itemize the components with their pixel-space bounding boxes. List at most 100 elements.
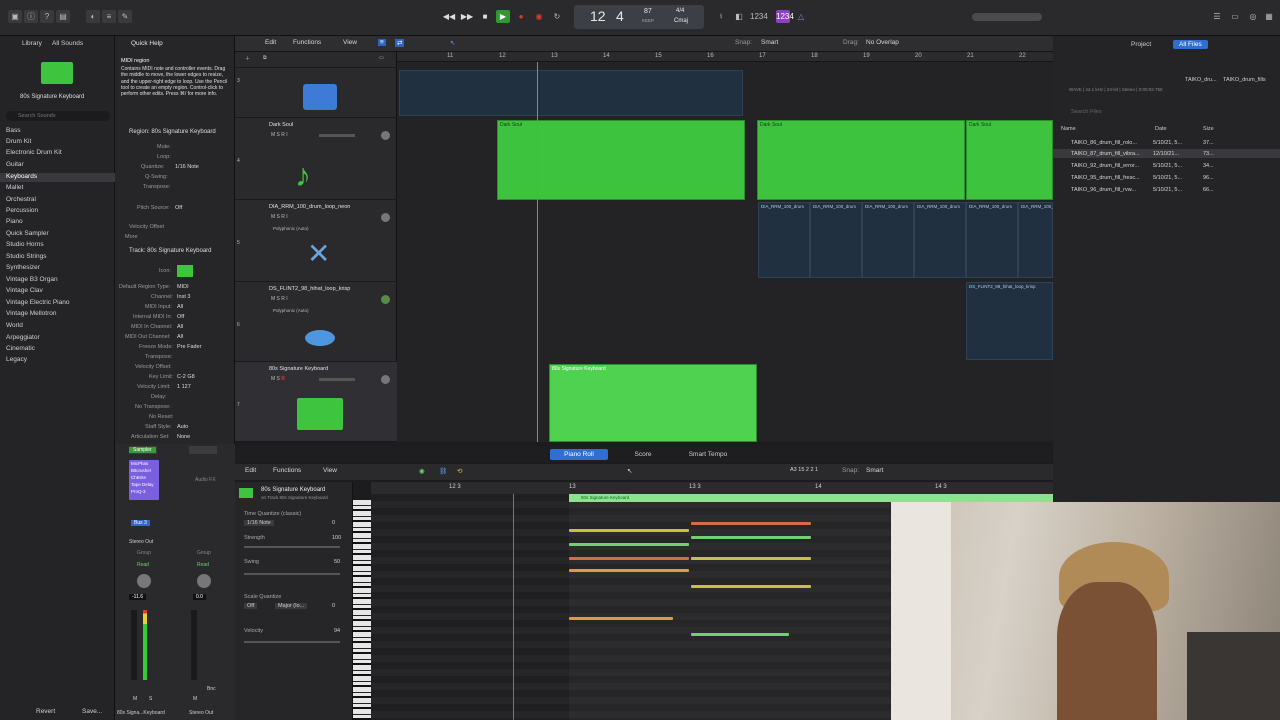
global-tracks-icon[interactable]: ⧉ (263, 55, 267, 61)
editors-icon[interactable]: ✎ (118, 10, 132, 23)
midi-note[interactable] (691, 522, 811, 525)
library-item[interactable]: Arpeggiator (6, 334, 40, 341)
output-slot[interactable]: Stereo Out (129, 539, 153, 545)
time-quantize-menu[interactable]: 1/16 Note (244, 520, 274, 526)
pitch-source-value[interactable]: Off (175, 205, 182, 211)
scale-quantize-off[interactable]: Off (244, 603, 258, 609)
library-item[interactable]: Cinematic (6, 345, 35, 352)
swing-slider[interactable] (244, 573, 340, 575)
setting-button[interactable] (189, 446, 217, 454)
quantize-value[interactable]: 1/16 Note (175, 164, 199, 170)
midi-in-icon[interactable]: ◉ (419, 467, 425, 475)
plugin-slot[interactable]: MicPhas (131, 461, 148, 466)
volume-fader[interactable] (191, 610, 197, 680)
playhead[interactable] (537, 62, 538, 442)
strength-slider[interactable] (244, 546, 340, 548)
audio-region[interactable]: DIA_RRM_100_drum (810, 202, 862, 278)
audio-region[interactable]: DIA_RRM_100_drum (1018, 202, 1064, 278)
library-item[interactable]: Synthesizer (6, 264, 40, 271)
midi-note[interactable] (569, 617, 673, 620)
stop-icon[interactable]: ■ (478, 10, 492, 23)
audio-region[interactable]: DIA_RRM_100_drum (862, 202, 914, 278)
pr-snap-menu[interactable]: Smart (866, 467, 883, 474)
mute-solo-record-buttons[interactable]: M S R I (271, 296, 288, 302)
plugin-slot[interactable]: ChBrite (131, 475, 146, 480)
tab-smart-tempo[interactable]: Smart Tempo (678, 449, 738, 460)
capture-record-icon[interactable]: ◉ (532, 10, 546, 23)
mute-button[interactable]: M (193, 696, 197, 702)
mute-solo-record-buttons[interactable]: M S R I (271, 214, 288, 220)
library-item[interactable]: Vintage Electric Piano (6, 299, 69, 306)
list-editors-icon[interactable]: ☰ (1210, 10, 1224, 23)
audio-region[interactable]: DS_FLINT2_98_hihat_loop_krisp (966, 282, 1053, 360)
flex-mode[interactable]: Polyphonic (Auto) (273, 308, 309, 313)
loops-icon[interactable]: ◎ (1246, 10, 1260, 23)
pointer-tool-icon[interactable]: ↖ (450, 39, 455, 47)
smart-controls-icon[interactable]: ◐ (86, 10, 100, 23)
inspector-toggle-icon[interactable]: ⓘ (24, 10, 38, 23)
automation-mode[interactable]: Read (197, 562, 209, 568)
track-icon[interactable] (177, 265, 193, 277)
pan-knob[interactable] (137, 574, 151, 588)
metronome-icon[interactable]: △ (794, 10, 808, 23)
param-value[interactable]: Off (177, 314, 184, 320)
group-slot[interactable]: Group (197, 550, 211, 556)
pointer-tool-icon[interactable]: ↖ (627, 467, 632, 475)
piano-keyboard[interactable] (353, 500, 371, 720)
mute-button[interactable]: M (133, 696, 137, 702)
audio-region[interactable]: DIA_RRM_100_drum (966, 202, 1018, 278)
tab-all-files[interactable]: All Files (1173, 40, 1208, 49)
track-pan-knob[interactable] (381, 295, 390, 304)
pr-functions-menu[interactable]: Functions (273, 467, 301, 474)
pr-view-menu[interactable]: View (323, 467, 337, 474)
path-segment[interactable]: TAIKO_drum_fills (1223, 77, 1266, 83)
catch-playhead-icon[interactable]: ⟲ (457, 467, 462, 475)
midi-note[interactable] (691, 585, 811, 588)
region-header[interactable]: 80s Signature Keyboard (569, 494, 1053, 502)
library-item[interactable]: World (6, 322, 23, 329)
quick-help-icon[interactable]: ? (40, 10, 54, 23)
flex-icon[interactable]: ⇄ (395, 39, 405, 47)
midi-note[interactable] (569, 529, 689, 532)
track-options-icon[interactable]: ▭ (379, 55, 384, 61)
track-row[interactable]: 6 DS_FLINT2_98_hihat_loop_krisp M S R I … (235, 282, 397, 362)
param-value[interactable]: Pre Fader (177, 344, 201, 350)
catch-icon[interactable]: ≡ (378, 39, 386, 46)
record-icon[interactable]: ● (514, 10, 528, 23)
param-value[interactable]: All (177, 324, 183, 330)
track-volume-slider[interactable] (319, 134, 355, 137)
track-pan-knob[interactable] (381, 375, 390, 384)
midi-note[interactable] (569, 557, 689, 560)
group-slot[interactable]: Group (137, 550, 151, 556)
rewind-icon[interactable]: ◀◀ (442, 10, 456, 23)
param-value[interactable]: None (177, 434, 190, 440)
view-menu[interactable]: View (343, 39, 357, 46)
file-name[interactable]: TAIKO_87_drum_fill_vibra... (1071, 151, 1140, 157)
master-volume-slider[interactable] (972, 13, 1042, 21)
send-slot[interactable]: Bus 3 (131, 520, 150, 526)
param-value[interactable]: 1 127 (177, 384, 191, 390)
library-item[interactable]: Electronic Drum Kit (6, 149, 62, 156)
library-search-input[interactable]: Search Sounds (6, 111, 110, 121)
track-row[interactable]: 4 Dark Soul M S R I ♪ (235, 118, 397, 200)
library-item[interactable]: Studio Strings (6, 253, 46, 260)
library-item[interactable]: Orchestral (6, 196, 36, 203)
midi-region[interactable]: Dark Soul (966, 120, 1053, 200)
lcd-display[interactable]: 12 4 87 KEEP 4/4 Cmaj (574, 5, 704, 29)
time-quantize-value[interactable]: 0 (332, 520, 335, 526)
pr-edit-menu[interactable]: Edit (245, 467, 256, 474)
library-item[interactable]: Guitar (6, 161, 24, 168)
revert-button[interactable]: Revert (36, 708, 55, 715)
plugin-slot[interactable]: ProQ-3 (131, 489, 146, 494)
functions-menu[interactable]: Functions (293, 39, 321, 46)
bar-ruler[interactable]: 11 12 13 14 15 16 17 18 19 20 21 22 (397, 52, 1053, 62)
forward-icon[interactable]: ▶▶ (460, 10, 474, 23)
library-item[interactable]: Legacy (6, 356, 27, 363)
param-value[interactable]: All (177, 334, 183, 340)
tab-score[interactable]: Score (618, 449, 668, 460)
library-item[interactable]: Vintage Mellotron (6, 310, 56, 317)
midi-region[interactable]: 80s Signature Keyboard (549, 364, 757, 442)
play-icon[interactable]: ▶ (496, 10, 510, 23)
library-item[interactable]: Quick Sampler (6, 230, 49, 237)
track-inspector-title[interactable]: Track: 80s Signature Keyboard (129, 248, 212, 254)
